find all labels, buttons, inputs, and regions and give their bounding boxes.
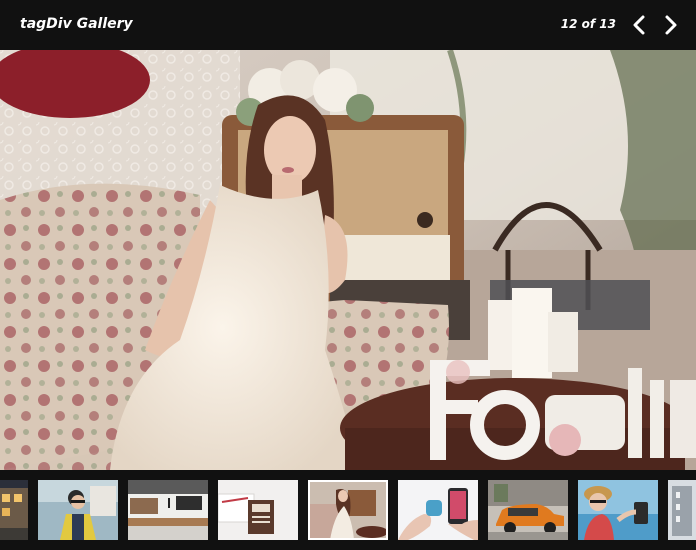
photo-woman-sunglasses-yellow-jacket-icon	[38, 480, 118, 540]
thumbnail-2[interactable]	[38, 480, 118, 540]
chevron-left-icon	[633, 15, 645, 35]
thumbnail-4[interactable]	[218, 480, 298, 540]
photo-woman-selfie-sea-icon	[578, 480, 658, 540]
gallery-lightbox: tagDiv Gallery 12 of 13	[0, 0, 696, 550]
thumbnail-1[interactable]	[0, 480, 28, 540]
photo-building-partial-icon	[668, 480, 696, 540]
thumbnail-strip	[0, 470, 696, 550]
photo-hands-smartphones-icon	[398, 480, 478, 540]
thumbnail-7[interactable]	[488, 480, 568, 540]
photo-kitchen-interior-icon	[128, 480, 208, 540]
thumbnail-6[interactable]	[398, 480, 478, 540]
photo-notebook-pen-icon	[218, 480, 298, 540]
prev-button[interactable]	[628, 13, 652, 37]
image-counter: 12 of 13	[560, 17, 616, 31]
gallery-title: tagDiv Gallery	[20, 16, 133, 32]
photo-woman-white-dress-sofa-icon	[308, 480, 388, 540]
next-button[interactable]	[658, 13, 682, 37]
thumbnail-8[interactable]	[578, 480, 658, 540]
thumbnail-3[interactable]	[128, 480, 208, 540]
main-photo[interactable]	[0, 50, 696, 470]
thumbnail-9[interactable]	[668, 480, 696, 540]
photo-woman-white-dress-sofa	[0, 50, 696, 470]
gallery-header: tagDiv Gallery 12 of 13	[0, 0, 696, 50]
photo-building-night-icon	[0, 480, 28, 540]
thumbnail-5[interactable]	[308, 480, 388, 540]
photo-orange-vintage-car-icon	[488, 480, 568, 540]
chevron-right-icon	[665, 15, 677, 35]
